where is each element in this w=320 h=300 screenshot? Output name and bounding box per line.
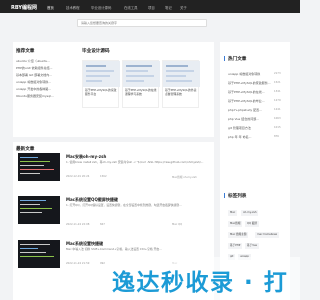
tag-chip[interactable]: 基于Vue bbox=[245, 243, 260, 249]
hot-item[interactable]: 基于PHP+MySQL的毕业... bbox=[228, 99, 274, 103]
post-date: 2022-12-01 20:24 bbox=[66, 175, 90, 178]
bysource-title: 毕业设计源码 bbox=[82, 49, 110, 54]
card-title: 基于PHP+MySQL的家政服务平台 bbox=[85, 88, 117, 96]
hot-item-count: 1521 bbox=[274, 81, 281, 84]
hot-item-count: 1063 bbox=[274, 117, 281, 120]
hot-item-count: 1341 bbox=[274, 90, 281, 93]
hot-item-count: 876 bbox=[274, 135, 279, 138]
source-card[interactable]: 基于PHP+MySQL的外卖点餐管理系统 bbox=[162, 60, 200, 108]
nav-item-tools[interactable]: 在线工具 bbox=[124, 5, 138, 10]
tag-chip[interactable]: Mac 终端主题 bbox=[228, 232, 249, 238]
post-excerpt: Mac 中输入法 切换 Shift+Command+空格，输入法设置 Ctrl+… bbox=[66, 247, 162, 251]
hot-item[interactable]: php7+phpstudy 配置... bbox=[228, 108, 274, 112]
post-thumbnail[interactable] bbox=[18, 153, 60, 181]
nav-item-notes[interactable]: 笔记 bbox=[165, 5, 172, 10]
top-nav-bar: RBY编程网 首页 技术教程 毕业设计源码 在线工具 项目 笔记 关于 bbox=[0, 0, 300, 13]
tag-chip[interactable]: oh-my-zsh bbox=[241, 210, 259, 216]
recommend-item[interactable]: uniapp 将数组对象转换... bbox=[16, 80, 78, 84]
hot-item[interactable]: git 管理项目方法 bbox=[228, 126, 274, 130]
post-thumbnail[interactable] bbox=[18, 196, 60, 224]
hot-title: 热门文章 bbox=[228, 57, 247, 62]
nav-item-home[interactable]: 首页 bbox=[47, 5, 54, 10]
post-thumbnail[interactable] bbox=[18, 240, 60, 268]
tags-title: 标签列表 bbox=[228, 194, 247, 199]
search-input[interactable] bbox=[78, 20, 206, 26]
post-excerpt: 1. 使用brew install zsh，再oh-my-zsh 安装命令sh … bbox=[66, 160, 204, 164]
post-tags[interactable]: Mac终端 oh-my-zsh bbox=[172, 175, 197, 179]
nav-item-graduation[interactable]: 毕业设计源码 bbox=[91, 5, 111, 10]
recommend-item[interactable]: PHP的unit 依赖组件总结... bbox=[16, 66, 78, 70]
hot-item[interactable]: uniapp 将数组对象转换 bbox=[228, 72, 274, 76]
post-views: 992 bbox=[100, 262, 105, 265]
hot-item[interactable]: php Vue 结合的问题... bbox=[228, 117, 274, 121]
hot-item-count: 1241 bbox=[274, 108, 281, 111]
card-title: 基于PHP+MySQL的外卖点餐管理系统 bbox=[165, 88, 197, 96]
card-thumbnail bbox=[83, 61, 120, 87]
hot-item-count: 2173 bbox=[274, 72, 281, 75]
hot-item-count: 1015 bbox=[274, 126, 281, 129]
post-date: 2022-11-24 22:08 bbox=[66, 223, 90, 226]
search-bar bbox=[77, 19, 207, 27]
tag-chip[interactable]: QQ 截屏 bbox=[245, 221, 260, 227]
recommend-item[interactable]: uniapp 开发中的各种路... bbox=[16, 87, 78, 91]
nav-item-about[interactable]: 关于 bbox=[180, 5, 187, 10]
tag-chip[interactable]: 基于PHP bbox=[228, 243, 243, 249]
watermark-text: 逸达秒收录 · 打 bbox=[112, 270, 289, 296]
hot-item-count: 1279 bbox=[274, 99, 281, 102]
post-date: 2022-11-24 21:59 bbox=[66, 262, 90, 265]
recommend-item[interactable]: ubuntu 介绍（ubuntu... bbox=[16, 59, 78, 63]
recommend-item[interactable]: Ubuntu服务器安装mysql... bbox=[16, 94, 78, 98]
tag-chip[interactable]: Mac bbox=[228, 210, 238, 216]
tag-chip[interactable]: mac homebrew bbox=[255, 232, 280, 238]
post-views: 847 bbox=[100, 223, 105, 226]
latest-title: 最新文章 bbox=[16, 147, 35, 152]
section-marker bbox=[224, 193, 226, 198]
post-tags[interactable]: Mac QQ bbox=[172, 223, 182, 226]
card-thumbnail bbox=[123, 61, 160, 87]
tag-chip[interactable]: Mac终端 bbox=[228, 221, 243, 227]
recommend-item[interactable]: 基本部署 Git 部署文档内... bbox=[16, 73, 78, 77]
hot-item[interactable]: 基于PHP+MySQL的家政服务... bbox=[228, 81, 274, 85]
section-marker bbox=[224, 56, 226, 61]
card-title: 基于PHP+MySQL的在线课程学习系统 bbox=[125, 88, 157, 96]
post-views: 1562 bbox=[100, 175, 107, 178]
source-card[interactable]: 基于PHP+MySQL的家政服务平台 bbox=[82, 60, 120, 108]
recommend-title: 推荐文章 bbox=[16, 49, 35, 54]
site-logo[interactable]: RBY编程网 bbox=[11, 4, 37, 11]
nav-item-tutorial[interactable]: 技术教程 bbox=[66, 5, 80, 10]
card-thumbnail bbox=[163, 61, 200, 87]
hot-item[interactable]: php 年 年 命名... bbox=[228, 135, 274, 139]
post-excerpt: 1. 打开QQ，打开QQ偏好设置，设置快捷键，在全部设置中找到热键，勾选开启截屏… bbox=[66, 203, 182, 207]
hot-item[interactable]: 基于PHP+MySQL的在线... bbox=[228, 90, 274, 94]
source-card[interactable]: 基于PHP+MySQL的在线课程学习系统 bbox=[122, 60, 160, 108]
nav-item-projects[interactable]: 项目 bbox=[148, 5, 155, 10]
